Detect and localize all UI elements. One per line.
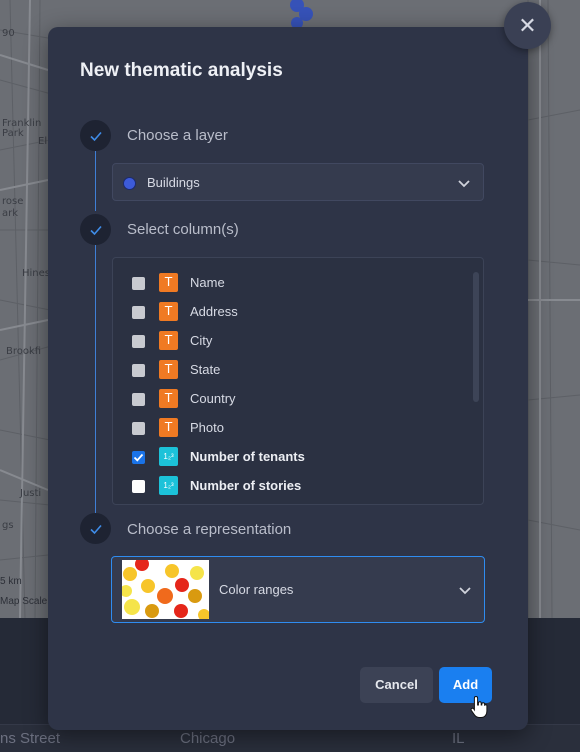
- check-icon: [89, 131, 102, 141]
- column-checkbox[interactable]: [132, 480, 145, 493]
- numeric-type-icon: 1₂³: [159, 476, 178, 495]
- column-name: Number of stories: [190, 478, 302, 493]
- map-label: rose: [2, 196, 24, 207]
- list-item[interactable]: T Photo: [113, 415, 473, 444]
- column-name: Photo: [190, 420, 224, 435]
- list-item[interactable]: [113, 502, 473, 504]
- column-name: Number of tenants: [190, 449, 305, 464]
- column-name: Country: [190, 391, 236, 406]
- step-connector: [95, 245, 96, 513]
- layer-select-value: Buildings: [147, 175, 200, 190]
- numeric-type-icon: 1₂³: [159, 447, 178, 466]
- column-name: Name: [190, 275, 225, 290]
- column-checkbox-checked[interactable]: [132, 451, 145, 464]
- text-type-icon: T: [159, 302, 178, 321]
- step-complete-indicator: [80, 120, 111, 151]
- list-item[interactable]: 1₂³ Number of tenants: [113, 444, 473, 473]
- column-checkbox[interactable]: [132, 422, 145, 435]
- dialog-title: New thematic analysis: [80, 60, 283, 81]
- text-type-icon: T: [159, 331, 178, 350]
- text-type-icon: T: [159, 273, 178, 292]
- map-label: Park: [2, 128, 24, 139]
- check-icon: [89, 524, 102, 534]
- close-button[interactable]: ✕: [504, 2, 551, 49]
- step-complete-indicator: [80, 214, 111, 245]
- column-name: State: [190, 362, 221, 377]
- map-label: Justi: [20, 488, 42, 499]
- map-label: Hines: [22, 268, 50, 279]
- color-ranges-preview: [122, 560, 209, 619]
- check-icon: [133, 453, 144, 462]
- column-checkbox[interactable]: [132, 335, 145, 348]
- text-type-icon: T: [159, 389, 178, 408]
- list-item[interactable]: 1₂³ Number of stories: [113, 473, 473, 502]
- column-name: City: [190, 333, 213, 348]
- close-icon: ✕: [518, 12, 537, 38]
- map-label: 90: [2, 28, 15, 39]
- representation-select[interactable]: Color ranges: [111, 556, 485, 623]
- text-type-icon: T: [159, 418, 178, 437]
- list-item[interactable]: T Name: [113, 270, 473, 299]
- chevron-down-icon: [459, 587, 471, 595]
- thematic-analysis-dialog: New thematic analysis Choose a layer Bui…: [48, 27, 528, 730]
- table-cell-state: IL: [452, 730, 465, 747]
- column-list[interactable]: T Name T Address T City T State T Countr…: [112, 257, 484, 505]
- map-label: El: [38, 136, 48, 147]
- layer-select[interactable]: Buildings: [112, 163, 484, 201]
- layer-color-dot: [123, 177, 136, 190]
- map-label: ark: [2, 208, 19, 219]
- scrollbar-thumb[interactable]: [473, 272, 479, 402]
- step-complete-indicator: [80, 513, 111, 544]
- map-scale-distance: 5 km: [0, 576, 22, 587]
- list-item[interactable]: T Address: [113, 299, 473, 328]
- text-type-icon: T: [159, 360, 178, 379]
- cancel-button[interactable]: Cancel: [360, 667, 433, 703]
- map-label: gs: [2, 520, 14, 531]
- column-checkbox[interactable]: [132, 306, 145, 319]
- list-item[interactable]: T State: [113, 357, 473, 386]
- hand-pointer-icon: [470, 695, 488, 718]
- list-item[interactable]: T Country: [113, 386, 473, 415]
- column-checkbox[interactable]: [132, 364, 145, 377]
- chevron-down-icon: [458, 180, 470, 188]
- column-checkbox[interactable]: [132, 277, 145, 290]
- representation-select-value: Color ranges: [219, 582, 294, 597]
- step-connector: [95, 151, 96, 211]
- table-cell-street: ns Street: [0, 730, 61, 747]
- map-scale-label: Map Scale: [0, 596, 48, 607]
- step-label-representation: Choose a representation: [127, 521, 292, 538]
- map-label: Brookfi: [6, 346, 42, 357]
- table-cell-city: Chicago: [180, 730, 236, 747]
- check-icon: [89, 225, 102, 235]
- column-checkbox[interactable]: [132, 393, 145, 406]
- scrollbar[interactable]: [473, 264, 479, 502]
- step-label-columns: Select column(s): [127, 221, 239, 238]
- color-ranges-icon: [122, 560, 209, 619]
- column-name: Address: [190, 304, 238, 319]
- list-item[interactable]: T City: [113, 328, 473, 357]
- step-label-layer: Choose a layer: [127, 127, 228, 144]
